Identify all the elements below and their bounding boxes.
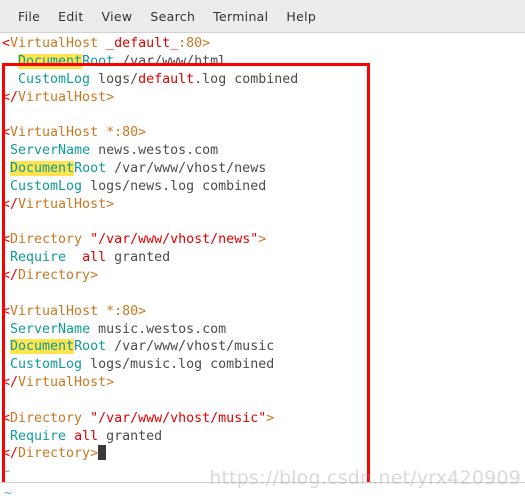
code-line: </Directory>: [2, 445, 298, 463]
code-line: <Directory "/var/www/vhost/music">: [2, 410, 275, 426]
search-match-highlight: Document: [10, 160, 75, 176]
code-line: <Directory "/var/www/vhost/news">: [2, 232, 267, 248]
code-line: </VirtualHost>: [2, 196, 115, 212]
search-match-highlight: Document: [18, 53, 83, 69]
code-line: CustomLog logs/music.log combined: [10, 357, 275, 373]
code-line: ServerName news.westos.com: [10, 143, 219, 159]
editor-text-area[interactable]: <VirtualHost _default_:80> DocumentRoot …: [2, 35, 298, 481]
code-line: DocumentRoot /var/www/vhost/music: [10, 339, 275, 355]
vim-empty-line-tilde: ~: [4, 486, 13, 501]
code-line: </VirtualHost>: [2, 375, 115, 391]
code-line: CustomLog logs/default.log combined: [18, 71, 299, 87]
menu-item-terminal[interactable]: Terminal: [204, 7, 277, 26]
code-line: <VirtualHost _default_:80>: [2, 36, 211, 51]
code-line: CustomLog logs/news.log combined: [10, 178, 267, 194]
code-line: DocumentRoot /var/www/vhost/news: [10, 160, 267, 176]
vim-empty-line-tilde: ~: [2, 464, 11, 480]
code-line: DocumentRoot /var/www/html: [18, 53, 227, 69]
terminal-pane[interactable]: <VirtualHost _default_:80> DocumentRoot …: [0, 33, 525, 503]
search-match-highlight: Document: [10, 339, 75, 355]
code-line: <VirtualHost *:80>: [2, 125, 147, 141]
code-line: </Directory>: [2, 267, 99, 283]
menu-item-file[interactable]: File: [9, 7, 49, 26]
code-line: ServerName music.westos.com: [10, 321, 227, 337]
code-line: Require all granted: [10, 250, 171, 266]
code-line: <VirtualHost *:80>: [2, 303, 147, 319]
menu-bar: File Edit View Search Terminal Help: [0, 0, 525, 33]
menu-item-view[interactable]: View: [93, 7, 142, 26]
text-cursor: [98, 445, 107, 461]
code-line: </VirtualHost>: [2, 89, 115, 105]
code-line: Require all granted: [10, 428, 163, 444]
menu-item-search[interactable]: Search: [141, 7, 204, 26]
menu-item-help[interactable]: Help: [277, 7, 325, 26]
menu-item-edit[interactable]: Edit: [49, 7, 92, 26]
terminal-bottom-strip: ~: [0, 482, 525, 504]
